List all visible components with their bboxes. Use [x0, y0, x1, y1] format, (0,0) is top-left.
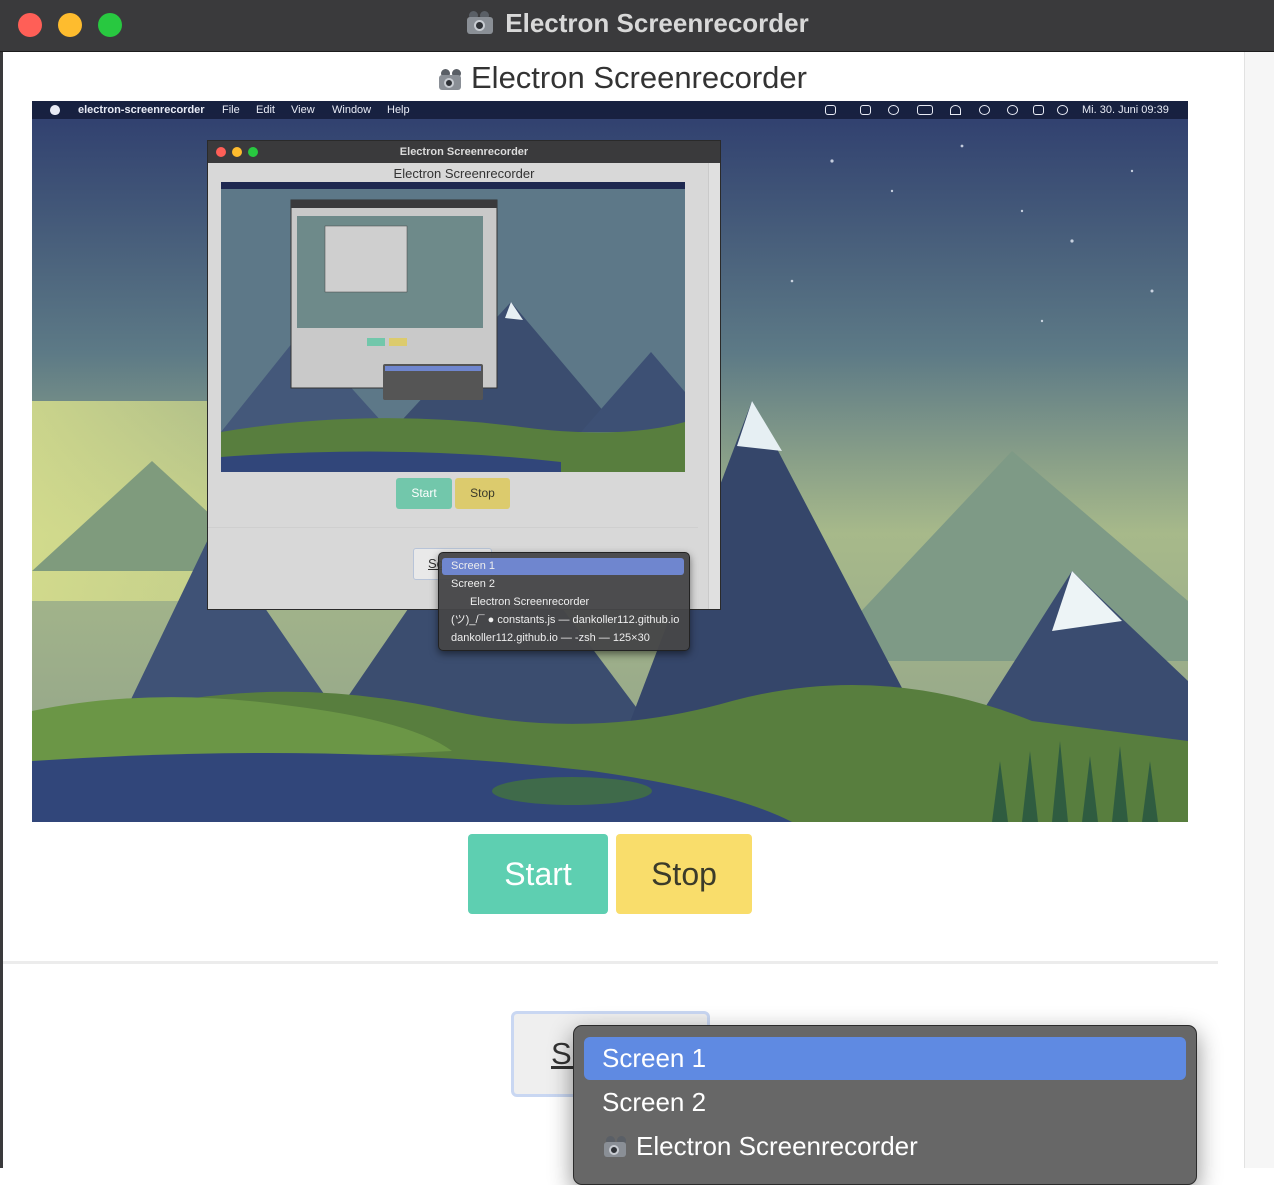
start-button[interactable]: Start: [468, 834, 608, 914]
control-center-icon: [1033, 105, 1044, 115]
menubar-edit: Edit: [256, 104, 275, 116]
play-icon: [888, 105, 899, 115]
menubar-view: View: [291, 104, 315, 116]
source-option-screen-2[interactable]: Screen 2: [584, 1081, 1186, 1124]
nested-wallpaper-image: [221, 182, 685, 472]
menubar-app-name: electron-screenrecorder: [78, 104, 205, 116]
window-scrollbar-track[interactable]: [1244, 52, 1274, 1168]
siri-icon: [1057, 105, 1068, 115]
video-camera-icon: [437, 69, 463, 91]
video-camera-icon: [465, 11, 495, 35]
recorded-scrollbar: [708, 163, 720, 609]
menubar-file: File: [222, 104, 240, 116]
menubar-help: Help: [387, 104, 410, 116]
source-option-screen-1[interactable]: Screen 1: [584, 1037, 1186, 1080]
wifi-icon: [950, 105, 961, 115]
recorded-nested-preview: [221, 182, 685, 472]
recorded-window-title: Electron Screenrecorder: [399, 146, 529, 158]
recorded-stop-button: Stop: [455, 478, 510, 509]
recorded-page-title: Electron Screenrecorder: [393, 166, 535, 181]
window-left-edge: [0, 52, 3, 1168]
recorded-menubar: electron-screenrecorder File Edit View W…: [32, 101, 1188, 119]
cloud-icon: [825, 105, 836, 115]
recorded-menu-item: dankoller112.github.io — -zsh — 125×30: [451, 632, 650, 644]
section-divider: [3, 961, 1218, 964]
recorded-app-window: Electron Screenrecorder Electron Screenr…: [208, 141, 720, 609]
recorded-menu-item: (ツ)_/¯ ● constants.js — dankoller112.git…: [451, 614, 680, 626]
battery-icon: [917, 105, 933, 115]
layout-icon: [860, 105, 871, 115]
page-title: Electron Screenrecorder: [0, 58, 1244, 98]
recorded-source-menu: Screen 1 Screen 2 Electron Screenrecorde…: [438, 552, 690, 651]
recorded-divider: [208, 527, 698, 528]
recorded-window-titlebar: Electron Screenrecorder: [208, 141, 720, 163]
recorded-menu-item: Screen 2: [451, 578, 496, 590]
source-option-label: Electron Screenrecorder: [636, 1131, 918, 1161]
menubar-datetime: Mi. 30. Juni 09:39: [1082, 104, 1169, 116]
apple-logo-icon: [50, 105, 60, 115]
video-camera-icon: [602, 1136, 628, 1158]
menubar-window: Window: [332, 104, 372, 116]
screen-preview-video: electron-screenrecorder File Edit View W…: [32, 101, 1188, 822]
recorded-menu-item: Screen 1: [442, 558, 684, 575]
window-title: Electron Screenrecorder: [0, 0, 1274, 46]
spotlight-search-icon: [1007, 105, 1018, 115]
window-titlebar: Electron Screenrecorder: [0, 0, 1274, 52]
stop-button[interactable]: Stop: [616, 834, 752, 914]
time-machine-icon: [979, 105, 990, 115]
video-source-dropdown-menu: Screen 1 Screen 2 Electron Screenrecorde…: [573, 1025, 1197, 1185]
source-option-electron-screenrecorder[interactable]: Electron Screenrecorder: [584, 1125, 1186, 1168]
recorded-start-button: Start: [396, 478, 452, 509]
recorded-menu-item: Electron Screenrecorder: [470, 596, 590, 608]
